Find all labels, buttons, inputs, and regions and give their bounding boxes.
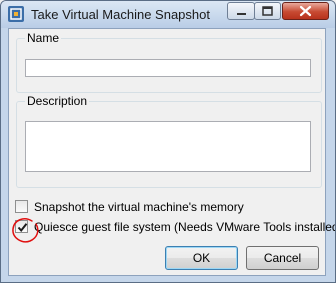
minimize-button[interactable] — [227, 2, 255, 20]
dialog-body: Name Description Snapshot the virtual ma… — [8, 28, 335, 276]
description-input[interactable] — [25, 121, 311, 172]
maximize-button[interactable] — [254, 2, 281, 20]
name-label: Name — [25, 31, 62, 45]
minimize-icon — [237, 13, 246, 15]
window-title: Take Virtual Machine Snapshot — [31, 7, 210, 22]
description-groupbox: Description — [16, 94, 322, 188]
description-label: Description — [25, 94, 90, 108]
ok-button[interactable]: OK — [165, 246, 238, 270]
cancel-button[interactable]: Cancel — [246, 246, 319, 270]
maximize-icon — [262, 6, 273, 16]
name-input[interactable] — [25, 59, 311, 77]
checkmark-icon — [17, 223, 28, 233]
memory-snapshot-checkbox[interactable] — [15, 200, 28, 213]
title-bar[interactable]: Take Virtual Machine Snapshot — [1, 1, 335, 28]
close-icon — [299, 5, 312, 17]
name-groupbox: Name — [16, 31, 322, 93]
memory-snapshot-label[interactable]: Snapshot the virtual machine's memory — [34, 200, 244, 214]
snapshot-dialog-window: Take Virtual Machine Snapshot Name Descr… — [0, 0, 336, 283]
close-button[interactable] — [282, 2, 329, 20]
quiesce-checkbox[interactable] — [15, 220, 28, 233]
quiesce-label[interactable]: Quiesce guest file system (Needs VMware … — [34, 220, 335, 234]
app-icon — [7, 5, 25, 23]
